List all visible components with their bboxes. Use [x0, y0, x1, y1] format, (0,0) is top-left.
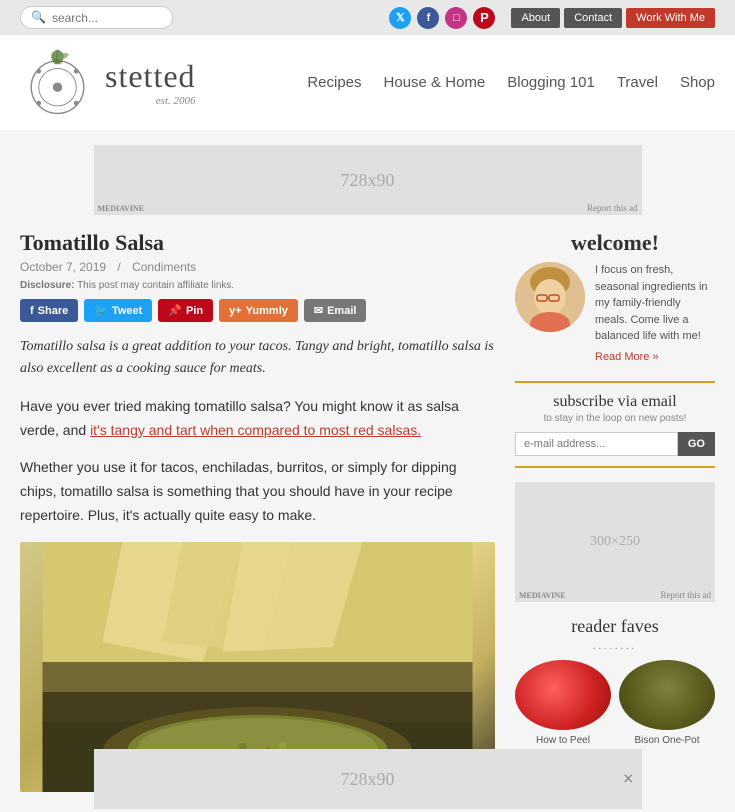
- twitter-icon[interactable]: 𝕏: [389, 7, 411, 29]
- welcome-text: I focus on fresh, seasonal ingredients i…: [595, 264, 708, 342]
- article-body-p1: Have you ever tried making tomatillo sal…: [20, 395, 495, 443]
- faves-dots: ........: [515, 641, 715, 652]
- article-category[interactable]: Condiments: [132, 260, 196, 274]
- facebook-icon[interactable]: f: [417, 7, 439, 29]
- subscribe-email-input[interactable]: [515, 432, 678, 456]
- main-layout: Tomatillo Salsa October 7, 2019 / Condim…: [0, 230, 735, 812]
- nav-shop[interactable]: Shop: [680, 74, 715, 91]
- subscribe-sub: to stay in the loop on new posts!: [515, 413, 715, 424]
- close-bottom-ad-button[interactable]: ×: [623, 769, 634, 790]
- disclosure-label: Disclosure:: [20, 280, 74, 291]
- share-yummly-button[interactable]: y+ Yummly: [219, 299, 298, 322]
- share-facebook-button[interactable]: f Share: [20, 299, 78, 322]
- logo-text-area: stetted est. 2006: [105, 58, 196, 107]
- nav-travel[interactable]: Travel: [617, 74, 658, 91]
- faves-grid: How to Peel Bison One-Pot: [515, 660, 715, 747]
- welcome-avatar: [515, 262, 585, 332]
- bottom-ad-overlay: 728x90 ×: [94, 749, 642, 809]
- article-body-p2: Whether you use it for tacos, enchiladas…: [20, 456, 495, 527]
- top-ad-banner: 728x90 MEDIAVINE Report this ad: [94, 145, 642, 215]
- instagram-icon[interactable]: □: [445, 7, 467, 29]
- bottom-ad-size: 728x90: [341, 769, 395, 790]
- welcome-text-block: I focus on fresh, seasonal ingredients i…: [595, 262, 715, 365]
- fave-label-2: Bison One-Pot: [619, 734, 715, 747]
- article-title: Tomatillo Salsa: [20, 230, 495, 256]
- top-ad-size: 728x90: [341, 170, 395, 191]
- top-ad-container: 728x90 MEDIAVINE Report this ad: [0, 130, 735, 230]
- article-meta: October 7, 2019 / Condiments: [20, 260, 495, 274]
- reader-faves: reader faves ........ How to Peel Bison …: [515, 616, 715, 747]
- subscribe-go-button[interactable]: GO: [678, 432, 715, 456]
- work-with-me-button[interactable]: Work With Me: [626, 8, 715, 28]
- sidebar-ad-mediavine: MEDIAVINE: [519, 591, 566, 600]
- article-date: October 7, 2019: [20, 260, 106, 274]
- subscribe-box: subscribe via email to stay in the loop …: [515, 381, 715, 468]
- sidebar: welcome! I focus on fre: [515, 230, 715, 792]
- search-box[interactable]: 🔍: [20, 6, 173, 29]
- site-est: est. 2006: [105, 95, 196, 107]
- disclosure-text: This post may contain affiliate links.: [77, 280, 234, 291]
- welcome-readmore-link[interactable]: Read More »: [595, 349, 715, 366]
- reader-faves-title: reader faves: [515, 616, 715, 637]
- nav-blogging[interactable]: Blogging 101: [507, 74, 595, 91]
- share-bar: f Share 🐦 Tweet 📌 Pin y+ Yummly ✉ Email: [20, 299, 495, 322]
- welcome-box: welcome! I focus on fre: [515, 230, 715, 365]
- social-icons: 𝕏 f □ P: [389, 7, 495, 29]
- nav-house-home[interactable]: House & Home: [384, 74, 486, 91]
- search-icon: 🔍: [31, 10, 46, 25]
- top-ad-report[interactable]: Report this ad: [587, 203, 638, 213]
- nav-recipes[interactable]: Recipes: [307, 74, 361, 91]
- article-body: Have you ever tried making tomatillo sal…: [20, 395, 495, 528]
- contact-button[interactable]: Contact: [564, 8, 622, 28]
- share-twitter-button[interactable]: 🐦 Tweet: [84, 299, 152, 322]
- sidebar-ad-report[interactable]: Report this ad: [661, 590, 712, 600]
- share-pinterest-button[interactable]: 📌 Pin: [158, 299, 213, 322]
- sidebar-ad-size: 300×250: [590, 534, 640, 550]
- site-logo-icon[interactable]: [20, 45, 95, 120]
- top-nav-buttons: About Contact Work With Me: [511, 8, 715, 28]
- subscribe-form: GO: [515, 432, 715, 456]
- top-bar: 🔍 𝕏 f □ P About Contact Work With Me: [0, 0, 735, 35]
- article-intro: Tomatillo salsa is a great addition to y…: [20, 336, 495, 381]
- fave-image-2: [619, 660, 715, 730]
- sidebar-ad: 300×250 MEDIAVINE Report this ad: [515, 482, 715, 602]
- fave-image-1: [515, 660, 611, 730]
- disclosure-bar: Disclosure: This post may contain affili…: [20, 280, 495, 291]
- share-email-button[interactable]: ✉ Email: [304, 299, 367, 322]
- subscribe-title: subscribe via email: [515, 393, 715, 411]
- article-link-tangy[interactable]: it's tangy and tart when compared to mos…: [90, 422, 421, 438]
- fave-item-1[interactable]: How to Peel: [515, 660, 611, 747]
- fave-item-2[interactable]: Bison One-Pot: [619, 660, 715, 747]
- site-header: stetted est. 2006 Recipes House & Home B…: [0, 35, 735, 130]
- top-right-bar: 𝕏 f □ P About Contact Work With Me: [389, 7, 715, 29]
- article-area: Tomatillo Salsa October 7, 2019 / Condim…: [20, 230, 495, 792]
- pinterest-icon[interactable]: P: [473, 7, 495, 29]
- fave-label-1: How to Peel: [515, 734, 611, 747]
- welcome-title: welcome!: [515, 230, 715, 256]
- main-nav: Recipes House & Home Blogging 101 Travel…: [307, 74, 715, 91]
- site-name[interactable]: stetted: [105, 58, 196, 95]
- search-input[interactable]: [52, 11, 162, 25]
- about-button[interactable]: About: [511, 8, 560, 28]
- logo-area: stetted est. 2006: [20, 45, 196, 120]
- top-ad-mediavine: MEDIAVINE: [98, 204, 145, 213]
